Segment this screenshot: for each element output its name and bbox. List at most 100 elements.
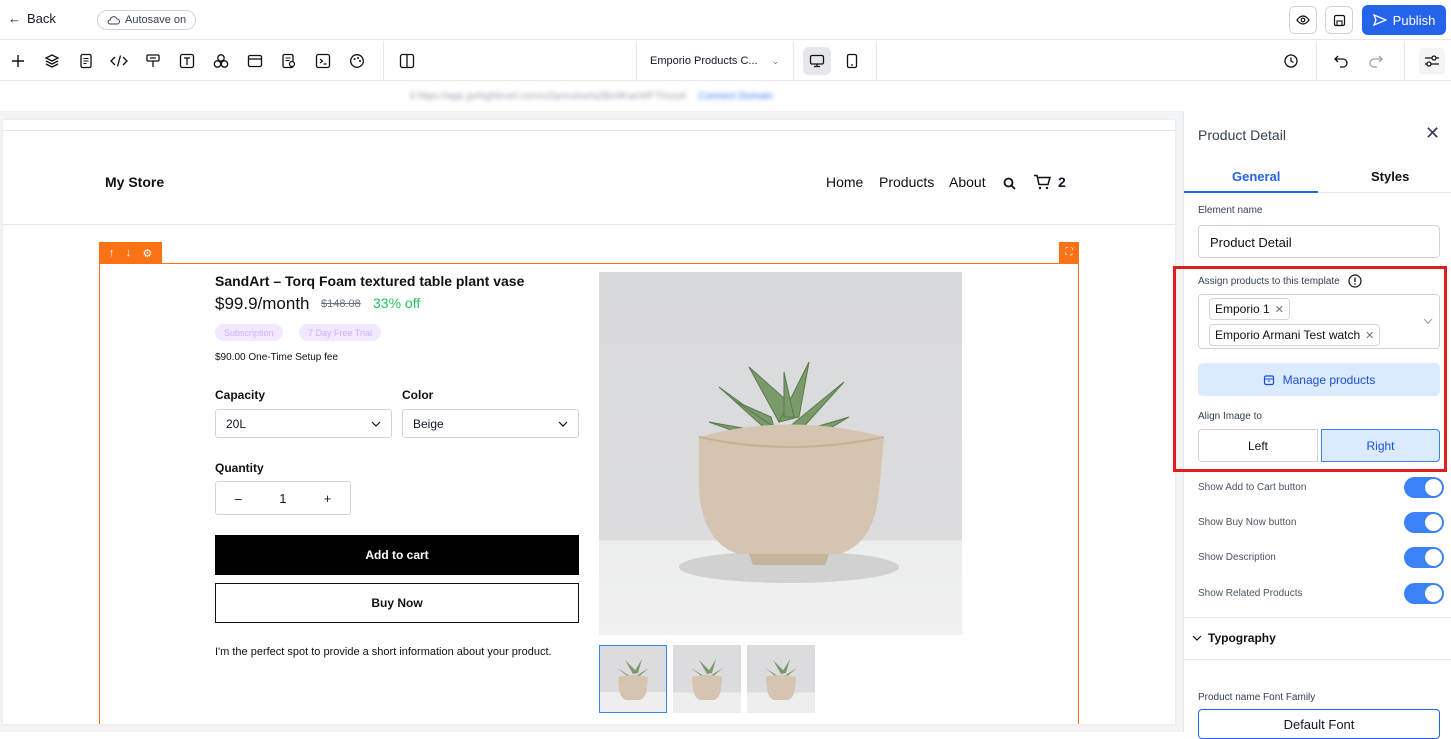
- color-label: Color: [402, 388, 434, 402]
- save-button[interactable]: [1325, 6, 1353, 34]
- plus-icon[interactable]: +: [324, 491, 332, 506]
- toggle-label: Show Add to Cart button: [1198, 482, 1307, 493]
- store-title[interactable]: My Store: [105, 174, 164, 190]
- product-price: $99.9/month: [215, 294, 310, 313]
- toggle-row-related-products: Show Related Products: [1198, 583, 1444, 604]
- desktop-view-button[interactable]: [803, 47, 831, 75]
- chevron-down-icon: [1192, 635, 1202, 641]
- toolbar-divider: [1316, 41, 1317, 81]
- active-tab-indicator: [1184, 191, 1318, 193]
- eye-icon: [1296, 15, 1310, 25]
- show-related-products-toggle[interactable]: [1404, 583, 1444, 604]
- capacity-select[interactable]: 20L: [215, 409, 392, 438]
- close-icon[interactable]: ✕: [1425, 123, 1440, 144]
- page-select-value: Emporio Products C...: [650, 55, 758, 67]
- palette-icon[interactable]: [347, 51, 367, 71]
- monitor-icon: [809, 54, 825, 68]
- toggle-label: Show Related Products: [1198, 588, 1303, 599]
- shapes-icon[interactable]: [211, 51, 231, 71]
- cloud-icon: [107, 16, 120, 25]
- nav-products[interactable]: Products: [879, 174, 934, 190]
- move-down-icon[interactable]: ↓: [126, 247, 132, 259]
- save-icon: [1333, 14, 1345, 26]
- element-name-label: Element name: [1198, 205, 1263, 216]
- cart-icon[interactable]: [1033, 174, 1051, 190]
- product-thumbnail[interactable]: [673, 645, 741, 713]
- history-icon[interactable]: [1281, 51, 1301, 71]
- quantity-value[interactable]: 1: [279, 491, 286, 506]
- typography-section-header[interactable]: Typography: [1192, 631, 1276, 645]
- product-thumbnail[interactable]: [747, 645, 815, 713]
- top-bar: ← Back Autosave on Publish: [0, 0, 1451, 40]
- chevron-down-icon: [371, 421, 381, 427]
- panel-title: Product Detail: [1198, 127, 1286, 143]
- preview-url[interactable]: ℹ https://app.gohighlevel.com/v2/preview…: [410, 91, 686, 102]
- page-select[interactable]: Emporio Products C... ⌄: [636, 41, 794, 81]
- discount-badge: 33% off: [373, 295, 421, 311]
- search-icon[interactable]: [1003, 177, 1016, 190]
- publish-button[interactable]: Publish: [1362, 5, 1446, 35]
- minus-icon[interactable]: –: [235, 491, 242, 506]
- section-icon[interactable]: [245, 51, 265, 71]
- cart-count: 2: [1058, 174, 1066, 190]
- font-family-label: Product name Font Family: [1198, 692, 1316, 703]
- toolbar-divider: [1404, 41, 1405, 81]
- show-add-to-cart-toggle[interactable]: [1404, 477, 1444, 498]
- move-up-icon[interactable]: ↑: [109, 247, 115, 259]
- settings-sliders-icon[interactable]: [1419, 48, 1445, 74]
- buy-now-button[interactable]: Buy Now: [215, 583, 579, 623]
- font-family-select[interactable]: Default Font: [1198, 709, 1440, 739]
- back-label: Back: [27, 11, 56, 26]
- show-description-toggle[interactable]: [1404, 547, 1444, 568]
- element-name-input[interactable]: Product Detail: [1198, 225, 1440, 258]
- preview-url-bar: ℹ https://app.gohighlevel.com/v2/preview…: [0, 81, 1183, 111]
- tab-general[interactable]: General: [1232, 169, 1280, 184]
- toggle-row-description: Show Description: [1198, 547, 1444, 568]
- mobile-view-button[interactable]: [838, 47, 866, 75]
- code-icon[interactable]: [109, 51, 129, 71]
- subscription-chip: Subscription: [215, 324, 283, 341]
- trial-chip: 7 Day Free Trial: [299, 324, 382, 341]
- send-icon: [1372, 14, 1387, 26]
- terminal-icon[interactable]: [313, 51, 333, 71]
- nav-about[interactable]: About: [949, 174, 986, 190]
- capacity-value: 20L: [226, 416, 247, 431]
- connect-domain-link[interactable]: Connect Domain: [698, 91, 772, 102]
- toggle-label: Show Buy Now button: [1198, 517, 1297, 528]
- product-description: I'm the perfect spot to provide a short …: [215, 646, 552, 658]
- page-icon[interactable]: [76, 51, 96, 71]
- form-icon[interactable]: [279, 51, 299, 71]
- add-to-cart-button[interactable]: Add to cart: [215, 535, 579, 575]
- plus-icon[interactable]: [8, 51, 28, 71]
- show-buy-now-toggle[interactable]: [1404, 512, 1444, 533]
- capacity-label: Capacity: [215, 388, 266, 402]
- layers-icon[interactable]: [42, 51, 62, 71]
- product-thumbnail[interactable]: [599, 645, 667, 713]
- divider: [3, 224, 1175, 225]
- toolbar-divider: [383, 41, 384, 81]
- tab-styles[interactable]: Styles: [1371, 169, 1409, 184]
- color-value: Beige: [413, 416, 444, 431]
- toggle-row-buy-now: Show Buy Now button: [1198, 512, 1444, 533]
- expand-icon[interactable]: ⛶: [1059, 242, 1079, 263]
- text-icon[interactable]: [177, 51, 197, 71]
- divider: [3, 130, 1175, 131]
- columns-icon[interactable]: [397, 51, 417, 71]
- annotation-highlight-box: [1173, 266, 1447, 472]
- arrow-left-icon: ←: [8, 11, 21, 26]
- undo-icon[interactable]: [1331, 51, 1351, 71]
- back-button[interactable]: ← Back: [8, 11, 56, 26]
- paint-icon[interactable]: [143, 51, 163, 71]
- chevron-down-icon: ⌄: [771, 55, 780, 66]
- color-select[interactable]: Beige: [402, 409, 579, 438]
- nav-home[interactable]: Home: [826, 174, 863, 190]
- redo-icon[interactable]: [1366, 51, 1386, 71]
- product-name: SandArt – Torq Foam textured table plant…: [215, 273, 525, 289]
- page-canvas: My Store Home Products About 2 ↑ ↓ ⚙ ⛶ S…: [3, 120, 1175, 724]
- publish-label: Publish: [1392, 12, 1436, 28]
- setup-fee: $90.00 One-Time Setup fee: [215, 352, 339, 363]
- product-main-image[interactable]: [599, 272, 962, 635]
- gear-icon[interactable]: ⚙: [142, 247, 152, 260]
- phone-icon: [846, 53, 858, 69]
- preview-button[interactable]: [1289, 6, 1317, 34]
